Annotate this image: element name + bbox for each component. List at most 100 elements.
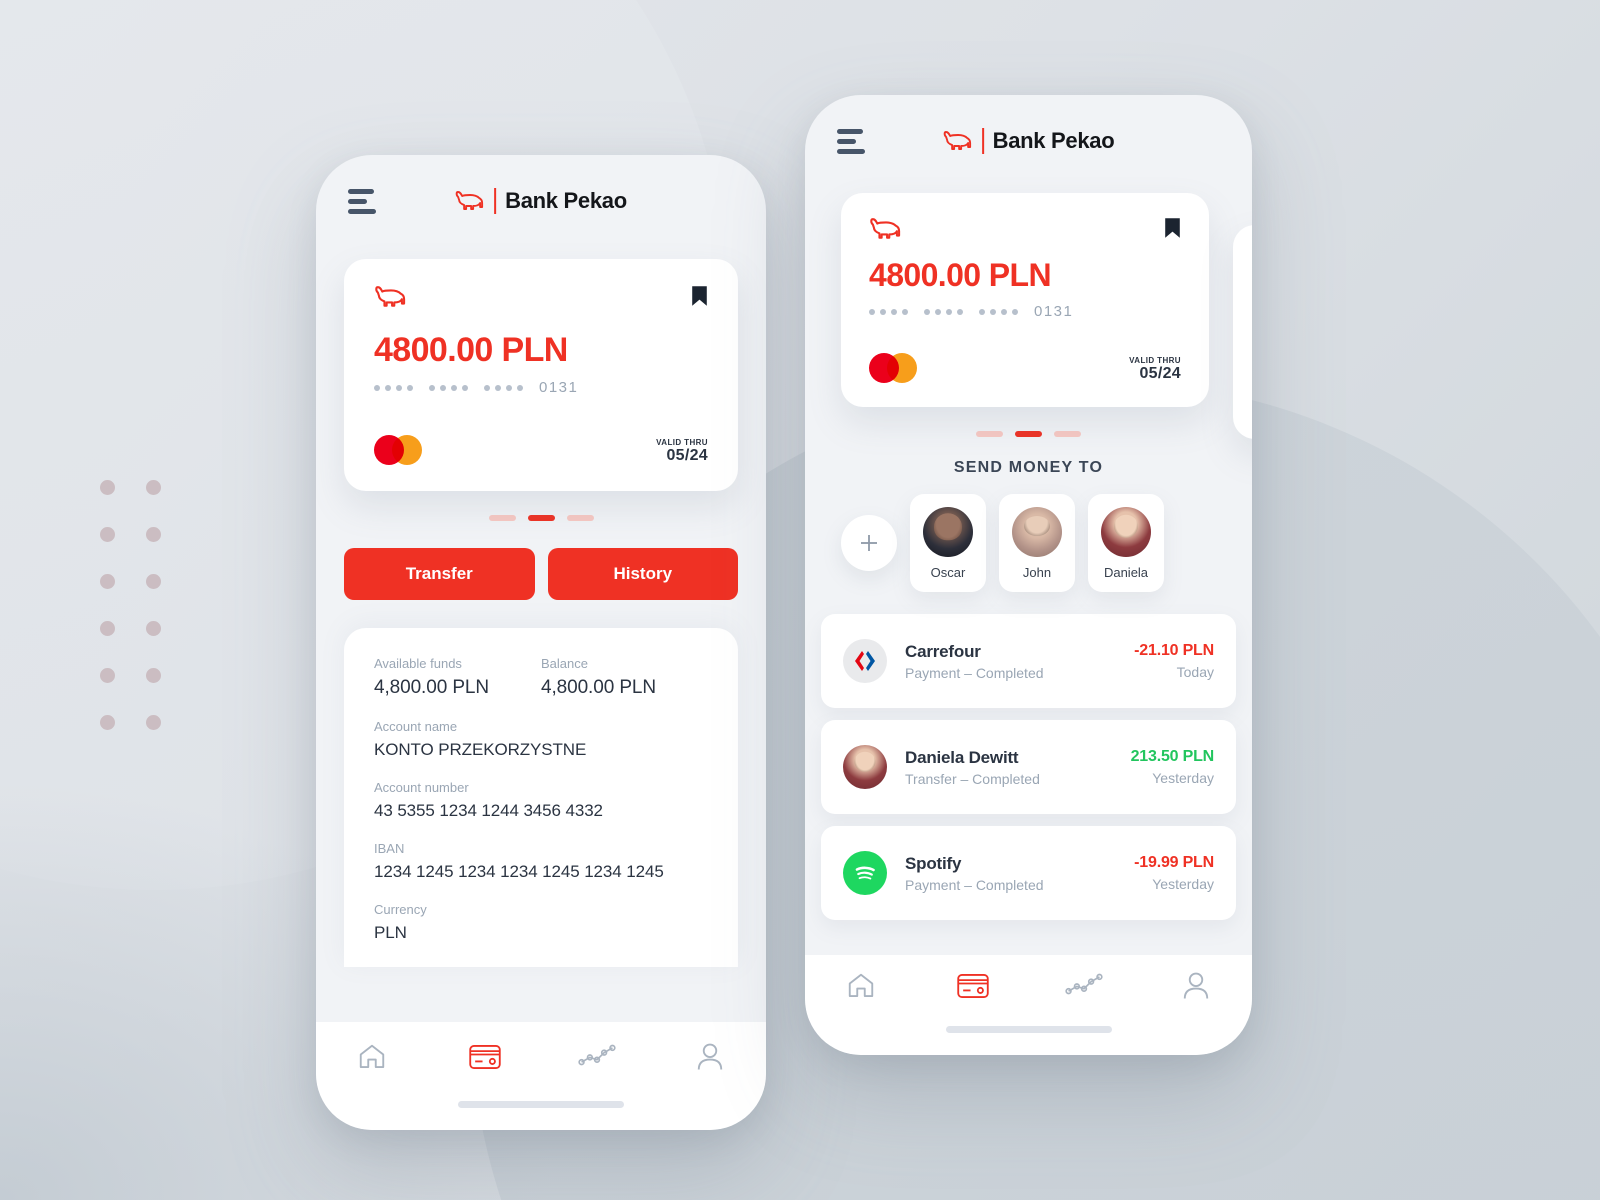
avatar [1101,507,1151,557]
card-last4: 0131 [539,379,579,396]
transaction-meta: -21.10 PLN Today [1134,642,1214,680]
account-name-value: KONTO PRZEKORZYSTNE [374,740,587,759]
brand-divider [494,188,497,214]
transaction-status: Transfer – Completed [905,770,1040,787]
card-icon [469,1045,501,1069]
action-buttons: Transfer History [344,548,738,600]
transaction-merchant: Spotify [905,853,962,873]
nav-item-cards[interactable] [429,1042,542,1072]
currency-label: Currency [374,902,427,917]
available-funds-label: Available funds [374,656,462,671]
masked-digit-group [484,384,523,391]
profile-icon [1183,972,1209,999]
account-number-value: 43 5355 1234 1244 3456 4332 [374,801,603,820]
valid-thru-block: VALID THRU 05/24 [656,438,708,465]
balance-value: 4,800.00 PLN [541,677,656,698]
currency-block: Currency PLN [374,902,708,943]
nav-item-profile[interactable] [654,1042,767,1072]
nav-item-home[interactable] [805,971,917,1001]
brand-name: Bank Pekao [505,188,627,213]
brand-logo: Bank Pekao [943,128,1115,154]
contacts-row: Oscar John Daniela [841,494,1252,592]
home-indicator [945,1026,1112,1033]
brand-logo: Bank Pekao [455,188,627,214]
bison-icon [943,131,971,150]
credit-card-primary[interactable]: 4800.00 PLN 0131 VALID THRU 05/24 [344,259,738,491]
app-header-left: Bank Pekao [316,155,766,247]
table-row[interactable]: Daniela Dewitt Transfer – Completed 213.… [821,720,1236,814]
table-row[interactable]: Carrefour Payment – Completed -21.10 PLN… [821,614,1236,708]
credit-card-primary[interactable]: 4800.00 PLN 0131 VALID THRU 05/24 [841,193,1209,407]
transaction-amount: -21.10 PLN [1134,642,1214,659]
nav-item-home[interactable] [316,1042,429,1072]
masked-digit-group [924,308,963,315]
avatar [1012,507,1062,557]
card-last4: 0131 [1034,303,1074,320]
nav-item-cards[interactable] [917,971,1029,1001]
balance-block: Balance 4,800.00 PLN [541,656,708,699]
card-carousel-indicator[interactable] [805,431,1252,437]
account-number-block: Account number 43 5355 1234 1244 3456 43… [374,780,708,821]
avatar [843,745,887,789]
masked-digit-group [429,384,468,391]
transaction-amount: -19.99 PLN [1134,854,1214,871]
table-row[interactable]: Spotify Payment – Completed -19.99 PLN Y… [821,826,1236,920]
transaction-meta: -19.99 PLN Yesterday [1134,854,1214,892]
nav-item-profile[interactable] [1140,971,1252,1001]
transaction-list: Carrefour Payment – Completed -21.10 PLN… [821,614,1236,920]
card-number: 0131 [869,303,1181,320]
carousel-dot-0[interactable] [488,515,516,521]
currency-value: PLN [374,923,407,942]
transaction-date: Today [1176,664,1214,680]
carousel-dot-1[interactable] [527,515,555,521]
send-money-title: SEND MONEY TO [953,459,1104,476]
bookmark-icon[interactable] [1164,217,1181,239]
avatar [923,507,973,557]
card-top-row [374,285,708,309]
transaction-date: Yesterday [1152,876,1214,892]
masked-digit-group [869,308,908,315]
carousel-dot-1[interactable] [1015,431,1042,437]
contact-card-oscar[interactable]: Oscar [910,494,986,592]
bookmark-icon[interactable] [691,285,708,307]
hamburger-menu-icon[interactable] [348,188,376,214]
valid-thru-label: VALID THRU [1129,356,1181,365]
contact-card-john[interactable]: John [999,494,1075,592]
card-top-row [869,217,1181,241]
mastercard-icon [869,353,917,383]
transaction-meta: 213.50 PLN Yesterday [1130,748,1215,786]
account-details-panel: Available funds 4,800.00 PLN Balance 4,8… [344,628,738,967]
transaction-info: Daniela Dewitt Transfer – Completed [905,748,1131,787]
home-indicator [458,1101,624,1108]
card-balance: 4800.00 PLN [374,331,568,369]
iban-value: 1234 1245 1234 1234 1245 1234 1245 [374,862,664,881]
plus-icon [861,535,877,551]
hamburger-menu-icon[interactable] [837,128,865,154]
account-number-label: Account number [374,780,469,795]
brand-divider [981,128,984,154]
carousel-dot-2[interactable] [566,515,594,521]
history-button[interactable]: History [547,548,738,600]
carousel-dot-0[interactable] [976,431,1003,437]
nav-item-analytics[interactable] [541,1042,654,1068]
add-contact-button[interactable] [841,515,897,571]
funds-row: Available funds 4,800.00 PLN Balance 4,8… [374,656,708,699]
card-carousel-indicator[interactable] [316,515,766,521]
valid-thru-label: VALID THRU [656,438,708,447]
credit-card-gold[interactable]: 4.58 PLN Gold Card VALID THRU 01/22 [1233,225,1252,439]
chart-icon [578,1044,616,1066]
card-bottom-row: VALID THRU 05/24 [869,353,1181,383]
masked-digit-group [374,384,413,391]
bottom-nav-right [805,955,1252,1055]
bison-icon [375,286,406,307]
card-bottom-row: VALID THRU 05/24 [374,435,708,465]
account-name-label: Account name [374,719,458,734]
contact-card-daniela[interactable]: Daniela [1088,494,1164,592]
profile-icon [697,1043,722,1070]
iban-label: IBAN [374,841,405,856]
transfer-button[interactable]: Transfer [344,548,535,600]
decorative-dot-grid [100,480,192,762]
transaction-amount: 213.50 PLN [1130,748,1215,765]
nav-item-analytics[interactable] [1029,971,1141,997]
carousel-dot-2[interactable] [1054,431,1081,437]
